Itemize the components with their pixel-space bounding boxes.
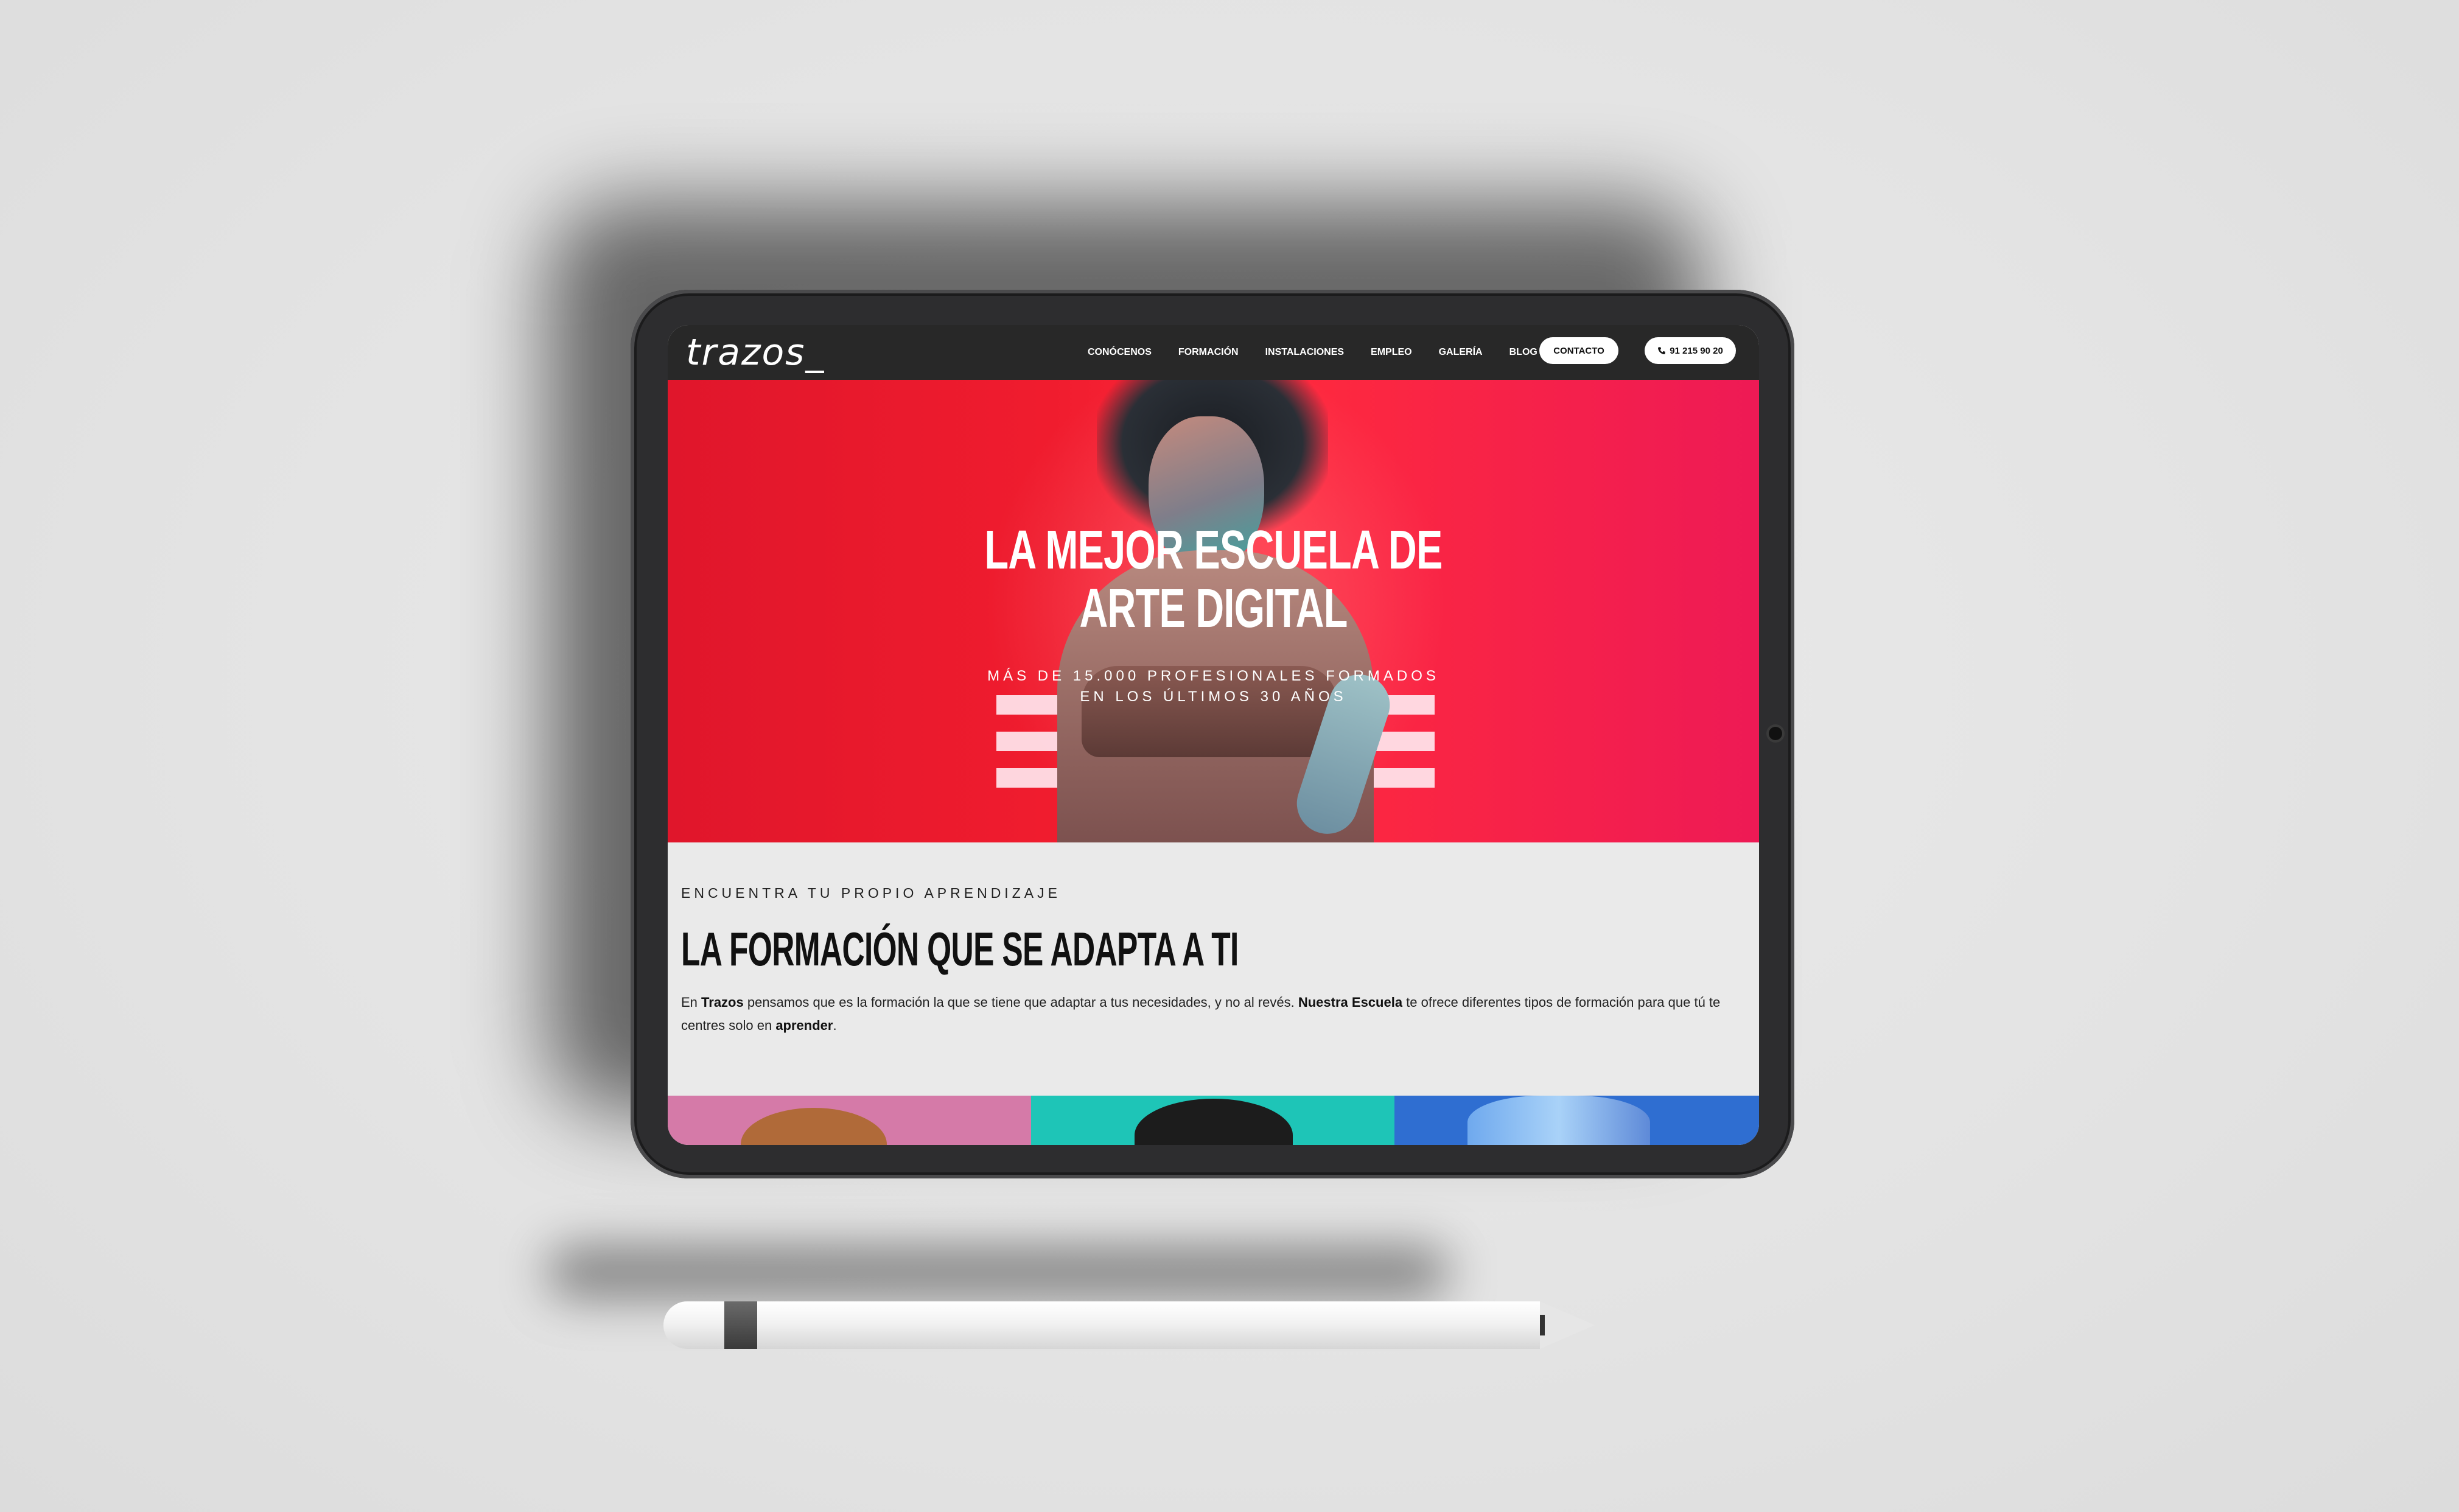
nav-item-galeria[interactable]: GALERÍA [1439, 347, 1483, 358]
body-text: . [833, 1018, 837, 1033]
pencil-shadow [548, 1248, 1449, 1297]
card-image [1135, 1099, 1293, 1145]
hero-title-line-1: LA MEJOR ESCUELA DE [984, 520, 1443, 581]
phone-icon [1658, 347, 1665, 354]
hero-subtitle: MÁS DE 15.000 PROFESIONALES FORMADOS EN … [668, 666, 1759, 707]
hero-title: LA MEJOR ESCUELA DE ARTE DIGITAL [820, 521, 1606, 638]
body-bold-trazos: Trazos [701, 995, 744, 1010]
section-body: En Trazos pensamos que es la formación l… [681, 991, 1728, 1037]
nav-item-instalaciones[interactable]: INSTALACIONES [1265, 347, 1344, 358]
card-image [741, 1108, 887, 1145]
hero-title-line-2: ARTE DIGITAL [1079, 578, 1348, 639]
section-title: LA FORMACIÓN QUE SE ADAPTA A TI [681, 922, 1239, 976]
phone-number: 91 215 90 20 [1670, 345, 1723, 356]
body-bold-aprender: aprender [775, 1018, 833, 1033]
site-logo[interactable]: trazos_ [686, 331, 825, 374]
body-text: En [681, 995, 702, 1010]
main-menu: CONÓCENOS FORMACIÓN INSTALACIONES EMPLEO… [1088, 325, 1564, 380]
camera-icon [1769, 727, 1782, 740]
stylus-tip-ring [1540, 1315, 1545, 1335]
phone-button[interactable]: 91 215 90 20 [1645, 337, 1736, 364]
stylus-band [724, 1301, 757, 1349]
card-image [1467, 1096, 1650, 1145]
hero-banner: LA MEJOR ESCUELA DE ARTE DIGITAL MÁS DE … [668, 380, 1759, 842]
contact-button[interactable]: CONTACTO [1539, 337, 1618, 364]
tablet-screen: trazos_ CONÓCENOS FORMACIÓN INSTALACIONE… [668, 325, 1759, 1145]
stylus-tip [1540, 1301, 1595, 1349]
hero-subtitle-line-2: EN LOS ÚLTIMOS 30 AÑOS [1080, 688, 1347, 705]
course-card-2[interactable] [1031, 1096, 1394, 1145]
course-card-3[interactable] [1394, 1096, 1759, 1145]
nav-item-blog[interactable]: BLOG [1509, 347, 1537, 358]
nav-item-formacion[interactable]: FORMACIÓN [1178, 347, 1239, 358]
nav-item-empleo[interactable]: EMPLEO [1371, 347, 1412, 358]
course-card-1[interactable] [668, 1096, 1031, 1145]
site-header: trazos_ CONÓCENOS FORMACIÓN INSTALACIONE… [668, 325, 1759, 380]
nav-item-conocenos[interactable]: CONÓCENOS [1088, 347, 1152, 358]
hero-subtitle-line-1: MÁS DE 15.000 PROFESIONALES FORMADOS [987, 668, 1439, 684]
body-text: pensamos que es la formación la que se t… [743, 995, 1298, 1010]
stylus-pencil [663, 1301, 1540, 1349]
section-kicker: ENCUENTRA TU PROPIO APRENDIZAJE [681, 885, 1061, 901]
body-bold-escuela: Nuestra Escuela [1298, 995, 1403, 1010]
